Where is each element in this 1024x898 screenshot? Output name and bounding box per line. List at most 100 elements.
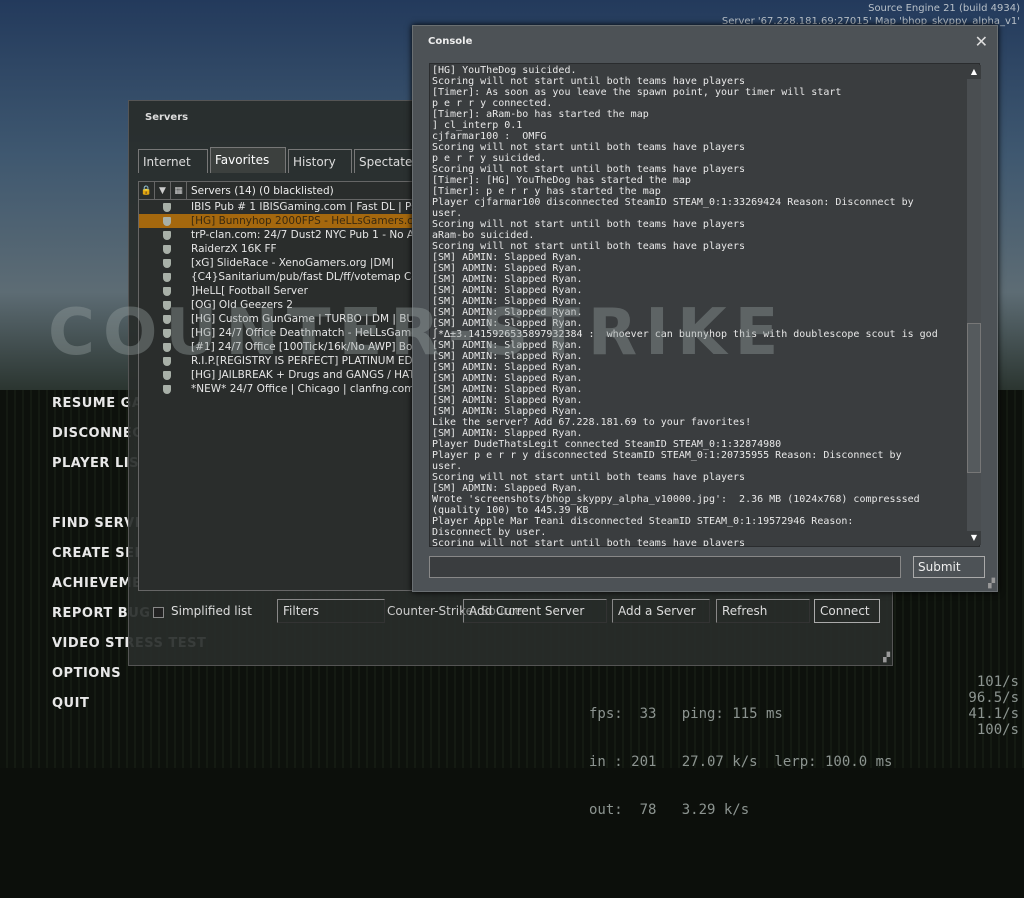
engine-version: Source Engine 21 (build 4934) xyxy=(868,3,1020,14)
console-line: [SM] ADMIN: Slapped Ryan. xyxy=(432,384,583,395)
console-line: [SM] ADMIN: Slapped Ryan. xyxy=(432,406,583,417)
vac-shield-icon xyxy=(163,356,171,366)
scrollbar-thumb[interactable] xyxy=(967,323,981,473)
console-line: p e r r y suicided. xyxy=(432,153,547,164)
console-line: p e r r y connected. xyxy=(432,98,553,109)
console-input[interactable] xyxy=(429,556,901,578)
refresh-button[interactable]: Refresh xyxy=(716,599,810,623)
console-line: cjfarmar100 : OMFG xyxy=(432,131,547,142)
server-name: [#1] 24/7 Office [100Tick/16k/No AWP] Bo… xyxy=(191,341,445,353)
simplified-list-checkbox[interactable] xyxy=(153,607,164,618)
server-name: trP-clan.com: 24/7 Dust2 NYC Pub 1 - No … xyxy=(191,229,440,241)
console-line: [SM] ADMIN: Slapped Ryan. xyxy=(432,483,583,494)
console-line: [SM] ADMIN: Slapped Ryan. xyxy=(432,274,583,285)
submit-button[interactable]: Submit xyxy=(913,556,985,578)
vac-shield-icon xyxy=(163,202,171,212)
add-server-button[interactable]: Add a Server xyxy=(612,599,710,623)
vac-shield-icon xyxy=(163,300,171,310)
server-name: {C4}Sanitarium/pub/fast DL/ff/votemap Ce… xyxy=(191,271,449,283)
console-line: Scoring will not start until both teams … xyxy=(432,76,746,87)
vac-shield-icon xyxy=(163,314,171,324)
console-line: [Timer]: As soon as you leave the spawn … xyxy=(432,87,842,98)
console-line: aRam-bo suicided. xyxy=(432,230,535,241)
scroll-down-icon[interactable]: ▼ xyxy=(967,531,981,545)
console-line: (quality 100) to 445.39 KB xyxy=(432,505,589,516)
tab-favorites[interactable]: Favorites xyxy=(210,147,286,173)
console-line: Wrote 'screenshots/bhop_skyppy_alpha_v10… xyxy=(432,494,920,505)
tab-internet[interactable]: Internet xyxy=(138,149,208,173)
console-line: [SM] ADMIN: Slapped Ryan. xyxy=(432,263,583,274)
vac-shield-icon xyxy=(163,230,171,240)
replay-icon[interactable]: ▦ xyxy=(171,182,187,200)
console-line: ] cl_interp 0.1 xyxy=(432,120,523,131)
console-line: user. xyxy=(432,208,463,219)
net-rate-4: 100/s xyxy=(976,722,1019,738)
console-line: Like the server? Add 67.228.181.69 to yo… xyxy=(432,417,752,428)
vac-shield-icon[interactable]: ▼ xyxy=(155,182,171,200)
vac-shield-icon xyxy=(163,286,171,296)
console-line: [Timer]: aRam-bo has started the map xyxy=(432,109,649,120)
server-name: [xG] SlideRace - XenoGamers.org |DM| xyxy=(191,257,395,269)
vac-shield-icon xyxy=(163,244,171,254)
close-icon[interactable]: ✕ xyxy=(975,32,988,51)
console-line: [Timer]: p e r r y has started the map xyxy=(432,186,661,197)
servers-title: Servers xyxy=(145,112,189,123)
console-line: [SM] ADMIN: Slapped Ryan. xyxy=(432,395,583,406)
filters-button[interactable]: Filters xyxy=(277,599,385,623)
console-line: Scoring will not start until both teams … xyxy=(432,241,746,252)
console-line: Disconnect by user. xyxy=(432,527,547,538)
net-out: out: 78 3.29 k/s xyxy=(589,802,750,818)
console-line: Scoring will not start until both teams … xyxy=(432,142,746,153)
console-line: [SM] ADMIN: Slapped Ryan. xyxy=(432,428,583,439)
console-line: Scoring will not start until both teams … xyxy=(432,472,746,483)
menu-item-quit[interactable]: QUIT xyxy=(52,696,89,711)
server-name: *NEW* 24/7 Office | Chicago | clanfng.co… xyxy=(191,383,439,395)
console-line: [SM] ADMIN: Slapped Ryan. xyxy=(432,362,583,373)
server-name: IBIS Pub # 1 IBISGaming.com | Fast DL | … xyxy=(191,201,442,213)
net-rate-1: 101/s xyxy=(976,674,1019,690)
console-line: Player Apple Mar Teani disconnected Stea… xyxy=(432,516,854,527)
vac-shield-icon xyxy=(163,342,171,352)
console-line: [Timer]: [HG] YouTheDog has started the … xyxy=(432,175,691,186)
net-rate-3: 41.1/s xyxy=(968,706,1019,722)
resize-grip-icon[interactable]: ▞ xyxy=(883,653,890,663)
console-line: Scoring will not start until both teams … xyxy=(432,164,746,175)
resize-grip-icon[interactable]: ▞ xyxy=(988,579,995,589)
simplified-list-label: Simplified list xyxy=(171,604,252,618)
console-line: ∫*∆±3.14159265358979323​84 : whoever can… xyxy=(432,329,938,340)
console-log: [HG] YouTheDog suicided. Scoring will not… xyxy=(429,63,980,547)
console-line: Player p e r r y disconnected SteamID ST… xyxy=(432,450,902,461)
console-line: [SM] ADMIN: Slapped Ryan. xyxy=(432,252,583,263)
tab-history[interactable]: History xyxy=(288,149,352,173)
tab-spectate[interactable]: Spectate xyxy=(354,149,414,173)
console-title: Console xyxy=(428,36,473,47)
net-rate-2: 96.5/s xyxy=(968,690,1019,706)
server-name: [OG] Old Geezers 2 xyxy=(191,299,293,311)
server-name: [HG] Custom GunGame | TURBO | DM | BUYLE… xyxy=(191,313,441,325)
server-name: RaiderzX 16K FF xyxy=(191,243,277,255)
console-window: Console ✕ [HG] YouTheDog suicided. Scorin… xyxy=(412,25,998,592)
server-name: ]HeLL[ Football Server xyxy=(191,285,308,297)
scroll-up-icon[interactable]: ▲ xyxy=(967,65,981,79)
console-line: [SM] ADMIN: Slapped Ryan. xyxy=(432,318,583,329)
console-scrollbar[interactable]: ▲ ▼ xyxy=(967,65,981,545)
server-list-header[interactable]: Servers (14) (0 blacklisted) xyxy=(187,185,334,197)
console-line: [SM] ADMIN: Slapped Ryan. xyxy=(432,340,583,351)
vac-shield-icon xyxy=(163,328,171,338)
connect-button[interactable]: Connect xyxy=(814,599,880,623)
vac-shield-icon xyxy=(163,272,171,282)
menu-item-options[interactable]: OPTIONS xyxy=(52,666,121,681)
console-line: [SM] ADMIN: Slapped Ryan. xyxy=(432,296,583,307)
console-line: Scoring will not start until both teams … xyxy=(432,219,746,230)
vac-shield-icon xyxy=(163,384,171,394)
server-name: R.I.P.[REGISTRY IS PERFECT] PLATINUM EDI… xyxy=(191,355,426,367)
server-name: [HG] JAILBREAK + Drugs and GANGS / HATS … xyxy=(191,369,435,381)
console-line: Player DudeThatsLegit connected SteamID … xyxy=(432,439,782,450)
console-line: [SM] ADMIN: Slapped Ryan. xyxy=(432,285,583,296)
console-line: Player cjfarmar100 disconnected SteamID … xyxy=(432,197,914,208)
net-graph: fps: 33 ping: 115 ms in : 201 27.07 k/s … xyxy=(589,674,1019,898)
net-fps: fps: 33 ping: 115 ms xyxy=(589,706,783,722)
console-line: Scoring will not start until both teams … xyxy=(432,538,746,547)
lock-icon[interactable]: 🔒 xyxy=(139,182,155,200)
add-current-server-button[interactable]: Add Current Server xyxy=(463,599,607,623)
